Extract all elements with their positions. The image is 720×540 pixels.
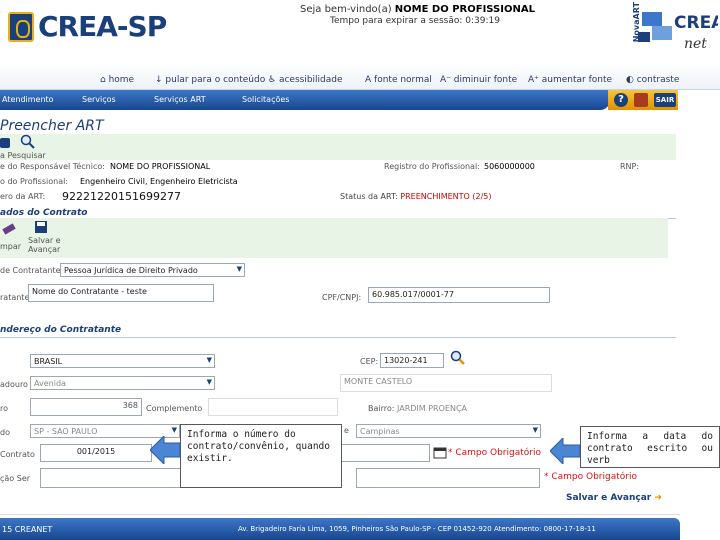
logout-button[interactable]: SAIR [654, 93, 676, 107]
footer-brand: 15 CREANET [2, 525, 53, 534]
home-link[interactable]: ⌂ home [100, 75, 134, 85]
font-increase-link[interactable]: A⁺ aumentar fonte [528, 75, 612, 85]
required-hint: * Campo Obrigatório [448, 448, 541, 458]
calendar-icon[interactable] [433, 446, 447, 459]
resp-value: NOME DO PROFISSIONAL [110, 162, 211, 171]
rua-input[interactable]: MONTE CASTELO [340, 374, 552, 392]
clear-button[interactable]: mpar [0, 242, 21, 251]
obs-input-2[interactable] [356, 468, 540, 488]
skip-link[interactable]: ↓ pular para o conteúdo [155, 75, 265, 85]
welcome-text: Seja bem-vindo(a) NOME DO PROFISSIONAL [300, 4, 535, 15]
callout-contract-number: Informa o número do contrato/convênio, q… [180, 424, 342, 488]
page-title: Preencher ART [0, 118, 104, 134]
cpf-label: CPF/CNPJ: [322, 293, 362, 302]
required-hint-2: * Campo Obrigatório [544, 472, 637, 482]
art-label: ero da ART: [0, 192, 46, 201]
contratante-input[interactable]: Nome do Contratante - teste [28, 284, 214, 302]
cidade-select[interactable]: Campinas [356, 424, 541, 438]
callout-contract-date: Informa a data do contrato escrito ou ve… [580, 426, 720, 468]
accessibility-link[interactable]: ♿ acessibilidade [268, 75, 343, 85]
svg-text:CREA: CREA [674, 13, 718, 33]
tipo-contratante-select[interactable]: Pessoa Jurídica de Direito Privado [60, 263, 245, 277]
crea-sp-logo[interactable]: CREA-SP [38, 10, 167, 43]
logradouro-select[interactable]: Avenida [30, 376, 215, 390]
footer-address: Av. Brigadeiro Faria Lima, 1059, Pinheir… [238, 525, 596, 533]
search-panel [0, 134, 676, 160]
nav-servicos[interactable]: Serviços [82, 95, 116, 104]
crea-seal-icon [8, 12, 34, 42]
cep-label: CEP: [360, 357, 379, 366]
save-icon[interactable] [34, 220, 48, 234]
contrato-label: Contrato [0, 450, 35, 459]
contract-actions [0, 218, 668, 258]
nav-solicitacoes[interactable]: Solicitações [242, 95, 289, 104]
address-section-title: ndereço do Contratante [0, 325, 122, 335]
complemento-input[interactable] [208, 398, 338, 416]
document-icon [0, 138, 10, 148]
registro-label: Registro do Profissional: [384, 162, 480, 171]
contrast-link[interactable]: ◐ contraste [626, 75, 679, 85]
logradouro-label: adouro [0, 380, 28, 389]
arrow-left-icon-2 [550, 438, 580, 464]
arrow-left-icon [150, 436, 180, 464]
contrato-input[interactable]: 001/2015 [40, 444, 152, 462]
rnp-label: RNP: [620, 162, 640, 171]
nav-atendimento[interactable]: Atendimento [2, 95, 54, 104]
cep-input[interactable]: 13020-241 [380, 353, 444, 368]
cpf-input[interactable]: 60.985.017/0001-77 [368, 287, 550, 303]
session-timer: Tempo para expirar a sessão: 0:39:19 [330, 16, 500, 26]
contratante-label: ratante [0, 293, 30, 302]
tipo-label: de Contratante [0, 266, 61, 275]
save-next-button[interactable]: Salvar e Avançar ➜ [566, 493, 662, 503]
resp-label: e do Responsável Técnico: [0, 162, 105, 171]
svg-text:net: net [684, 36, 707, 52]
bairro-label: Bairro: JARDIM PROENÇA [368, 404, 468, 413]
numero-label: ro [0, 404, 9, 413]
eraser-icon[interactable] [2, 222, 16, 236]
titulo-value: Engenheiro Civil, Engenheiro Eletricista [80, 177, 238, 186]
uf-label: do [0, 428, 10, 437]
art-status: Status da ART: PREENCHIMENTO (2/5) [340, 192, 492, 201]
registro-value: 5060000000 [484, 162, 535, 171]
font-normal-link[interactable]: A fonte normal [365, 75, 432, 85]
obs-label: ção Ser [0, 474, 31, 483]
cep-search-icon[interactable] [450, 350, 466, 366]
art-number: 92221220151699277 [62, 190, 181, 203]
data-contrato-input[interactable] [330, 444, 430, 462]
complemento-label: Complemento [146, 404, 203, 413]
titulo-label: o do Profissional: [0, 177, 69, 186]
nav-servicos-art[interactable]: Serviços ART [154, 95, 206, 104]
help-icon[interactable]: ? [614, 93, 628, 107]
pais-select[interactable]: BRASIL [30, 354, 215, 368]
arrow-right-icon: ➜ [654, 493, 662, 503]
search-label[interactable]: a Pesquisar [0, 151, 46, 160]
crea-net-logo: CREA net [638, 12, 718, 52]
numero-input[interactable]: 368 [30, 398, 142, 416]
save-advance-button[interactable]: Salvar e Avançar [28, 236, 61, 255]
search-icon[interactable] [20, 134, 36, 150]
contract-section-title: ados do Contrato [0, 208, 88, 218]
font-decrease-link[interactable]: A⁻ diminuir fonte [440, 75, 517, 85]
lock-icon[interactable] [634, 93, 648, 107]
